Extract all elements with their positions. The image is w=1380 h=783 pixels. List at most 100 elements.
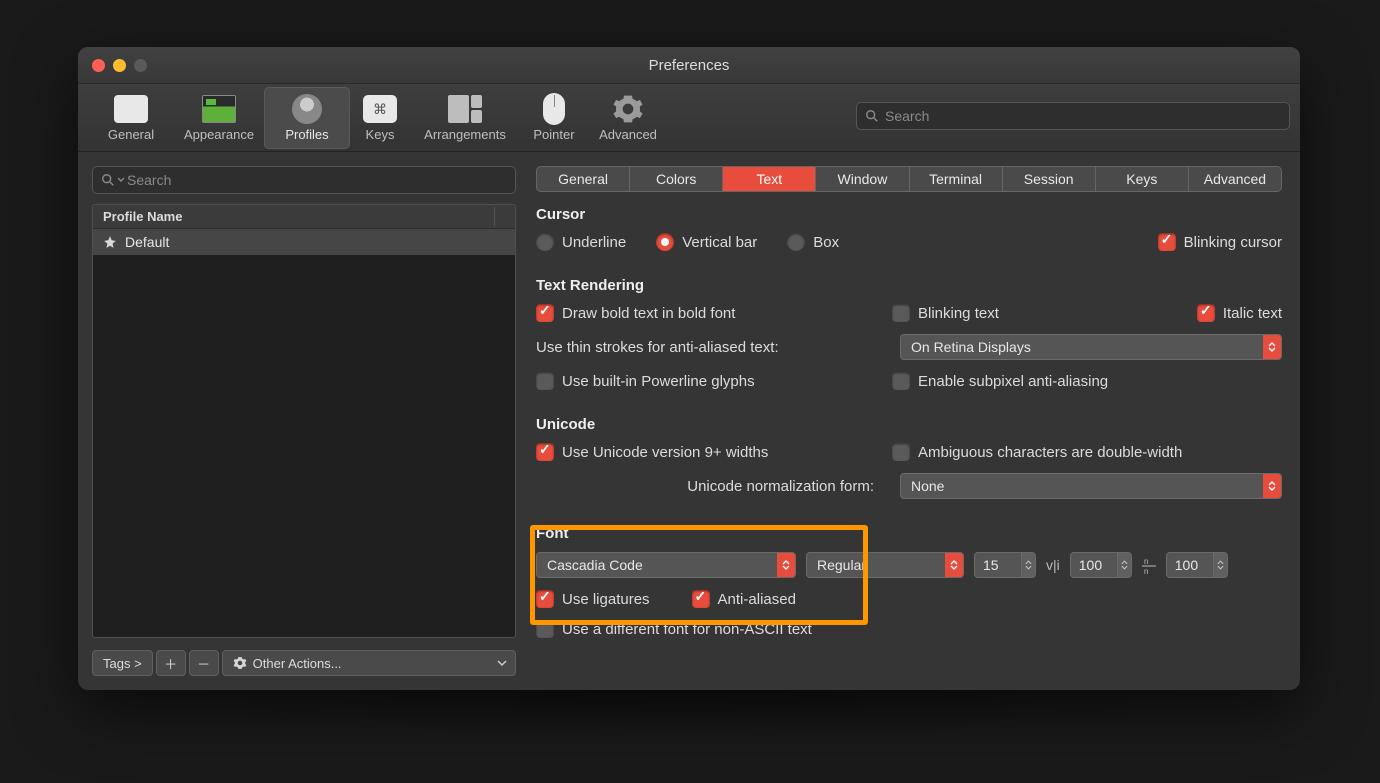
search-icon — [865, 109, 879, 123]
toolbar-pointer-label: Pointer — [533, 127, 574, 142]
font-weight-dropdown[interactable]: Regular — [806, 552, 964, 578]
vspace-value: 100 — [1175, 557, 1198, 573]
antialiased-checkbox[interactable]: Anti-aliased — [692, 590, 796, 608]
hspace-value: 100 — [1079, 557, 1102, 573]
window-title: Preferences — [78, 57, 1300, 74]
tags-button[interactable]: Tags > — [92, 650, 153, 676]
thin-strokes-dropdown[interactable]: On Retina Displays — [900, 334, 1282, 360]
unicode-section-title: Unicode — [536, 416, 1282, 433]
thin-strokes-label: Use thin strokes for anti-aliased text: — [536, 339, 779, 356]
toolbar-arrangements-label: Arrangements — [424, 127, 506, 142]
toolbar-advanced[interactable]: Advanced — [588, 87, 668, 149]
gear-icon — [612, 93, 644, 125]
other-actions-label: Other Actions... — [253, 656, 342, 671]
toolbar-appearance-label: Appearance — [184, 127, 254, 142]
ambiguous-width-checkbox[interactable]: Ambiguous characters are double-width — [892, 443, 1182, 461]
toolbar-search-input[interactable] — [885, 108, 1281, 124]
profile-search-input[interactable] — [127, 172, 507, 188]
bold-font-checkbox[interactable]: Draw bold text in bold font — [536, 304, 735, 322]
font-weight-value: Regular — [817, 557, 866, 573]
stepper-arrows-icon — [1213, 553, 1227, 577]
hspace-icon: v|i — [1046, 557, 1060, 573]
profile-settings-panel: General Colors Text Window Terminal Sess… — [530, 152, 1300, 690]
italic-text-checkbox[interactable]: Italic text — [1197, 304, 1282, 322]
tab-colors[interactable]: Colors — [630, 167, 723, 191]
updown-icon — [1263, 335, 1281, 359]
minus-icon: － — [197, 654, 210, 673]
powerline-checkbox[interactable]: Use built-in Powerline glyphs — [536, 372, 755, 390]
blinking-cursor-checkbox[interactable]: Blinking cursor — [1158, 233, 1282, 251]
font-size-value: 15 — [983, 557, 999, 573]
font-size-stepper[interactable]: 15 — [974, 552, 1036, 578]
blinking-text-checkbox[interactable]: Blinking text — [892, 304, 999, 322]
profile-header-label: Profile Name — [103, 209, 182, 224]
profiles-sidebar: Profile Name Default Tags > ＋ － Other Ac… — [78, 152, 530, 690]
titlebar: Preferences — [78, 47, 1300, 84]
svg-text:n: n — [1144, 557, 1148, 566]
zoom-icon[interactable] — [134, 59, 147, 72]
font-section-title: Font — [536, 525, 1282, 542]
text-rendering-section-title: Text Rendering — [536, 277, 1282, 294]
gear-icon — [233, 656, 247, 670]
updown-icon — [1263, 474, 1281, 498]
profile-list-header[interactable]: Profile Name — [93, 205, 515, 229]
font-family-value: Cascadia Code — [547, 557, 643, 573]
cursor-vertical-bar-radio[interactable]: Vertical bar — [656, 233, 757, 251]
updown-icon — [777, 553, 795, 577]
stepper-arrows-icon — [1021, 553, 1035, 577]
hspace-stepper[interactable]: 100 — [1070, 552, 1132, 578]
search-icon — [101, 173, 115, 187]
toolbar-appearance[interactable]: Appearance — [176, 87, 262, 149]
font-family-dropdown[interactable]: Cascadia Code — [536, 552, 796, 578]
unicode-norm-label: Unicode normalization form: — [687, 478, 874, 495]
profile-row-name: Default — [125, 234, 169, 250]
tab-advanced2[interactable]: Advanced — [1189, 167, 1281, 191]
profile-row[interactable]: Default — [93, 229, 515, 255]
profile-search[interactable] — [92, 166, 516, 194]
unicode-v9-checkbox[interactable]: Use Unicode version 9+ widths — [536, 443, 768, 461]
tab-general[interactable]: General — [537, 167, 630, 191]
cursor-box-radio[interactable]: Box — [787, 233, 839, 251]
chevron-down-icon — [497, 658, 507, 668]
toolbar-profiles[interactable]: Profiles — [264, 87, 350, 149]
other-actions-button[interactable]: Other Actions... — [222, 650, 516, 676]
tab-keys2[interactable]: Keys — [1096, 167, 1189, 191]
toolbar-general[interactable]: General — [88, 87, 174, 149]
tab-window[interactable]: Window — [816, 167, 909, 191]
add-profile-button[interactable]: ＋ — [156, 650, 186, 676]
unicode-norm-value: None — [911, 478, 944, 494]
unicode-norm-dropdown[interactable]: None — [900, 473, 1282, 499]
vspace-icon: nn — [1142, 556, 1156, 574]
toolbar-keys[interactable]: ⌘ Keys — [352, 87, 408, 149]
toolbar-pointer[interactable]: Pointer — [522, 87, 586, 149]
plus-icon: ＋ — [164, 654, 177, 673]
thin-strokes-value: On Retina Displays — [911, 339, 1031, 355]
toolbar-general-label: General — [108, 127, 154, 142]
tab-terminal[interactable]: Terminal — [910, 167, 1003, 191]
tab-text[interactable]: Text — [723, 167, 816, 191]
profile-subtabs: General Colors Text Window Terminal Sess… — [536, 166, 1282, 192]
close-icon[interactable] — [92, 59, 105, 72]
tab-session[interactable]: Session — [1003, 167, 1096, 191]
toolbar: General Appearance Profiles ⌘ Keys Arran… — [78, 84, 1300, 152]
cursor-underline-radio[interactable]: Underline — [536, 233, 626, 251]
chevron-down-icon — [117, 176, 125, 184]
minimize-icon[interactable] — [113, 59, 126, 72]
cursor-section-title: Cursor — [536, 206, 1282, 223]
remove-profile-button[interactable]: － — [189, 650, 219, 676]
toolbar-search[interactable] — [856, 102, 1290, 130]
profile-list: Profile Name Default — [92, 204, 516, 638]
stepper-arrows-icon — [1117, 553, 1131, 577]
toolbar-arrangements[interactable]: Arrangements — [410, 87, 520, 149]
preferences-window: Preferences General Appearance Profiles … — [78, 47, 1300, 690]
toolbar-advanced-label: Advanced — [599, 127, 657, 142]
toolbar-keys-label: Keys — [366, 127, 395, 142]
subpixel-checkbox[interactable]: Enable subpixel anti-aliasing — [892, 372, 1108, 390]
non-ascii-font-checkbox[interactable]: Use a different font for non-ASCII text — [536, 620, 812, 638]
toolbar-profiles-label: Profiles — [285, 127, 328, 142]
tags-label: Tags > — [103, 656, 142, 671]
star-icon — [103, 235, 117, 249]
svg-text:n: n — [1144, 567, 1148, 574]
ligatures-checkbox[interactable]: Use ligatures — [536, 590, 650, 608]
vspace-stepper[interactable]: 100 — [1166, 552, 1228, 578]
